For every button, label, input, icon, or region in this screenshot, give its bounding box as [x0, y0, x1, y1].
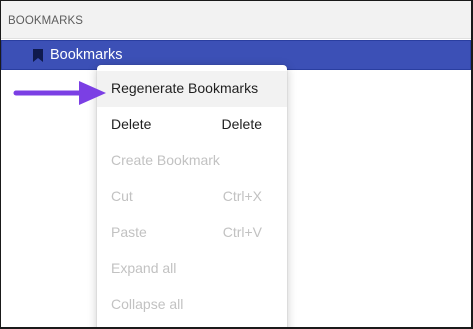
menu-item-label: Expand all — [111, 260, 177, 276]
menu-item-shortcut: Delete — [221, 116, 262, 132]
menu-item-label: Collapse all — [111, 296, 184, 312]
menu-item-expand-all: Expand all — [97, 251, 287, 287]
menu-item-paste: Paste Ctrl+V — [97, 215, 287, 251]
menu-item-delete[interactable]: Delete Delete — [97, 107, 287, 143]
tree-item-label: Bookmarks — [50, 47, 123, 63]
menu-item-collapse-all: Collapse all — [97, 287, 287, 323]
bookmarks-panel: BOOKMARKS Bookmarks Regenerate Bookmarks… — [0, 0, 473, 329]
menu-item-create-bookmark: Create Bookmark — [97, 143, 287, 179]
menu-item-shortcut: Ctrl+X — [222, 188, 262, 204]
menu-item-label: Delete — [111, 116, 152, 132]
panel-header: BOOKMARKS — [1, 1, 471, 39]
menu-item-label: Regenerate Bookmarks — [111, 80, 259, 96]
menu-item-shortcut: Ctrl+V — [222, 224, 262, 240]
menu-item-label: Create Bookmark — [111, 152, 220, 168]
context-menu: Regenerate Bookmarks Delete Delete Creat… — [97, 65, 287, 327]
bookmark-icon — [33, 49, 43, 62]
menu-item-cut: Cut Ctrl+X — [97, 179, 287, 215]
pointer-arrow-icon — [13, 81, 106, 105]
panel-title: BOOKMARKS — [8, 15, 84, 27]
menu-item-label: Cut — [111, 188, 133, 204]
menu-item-regenerate-bookmarks[interactable]: Regenerate Bookmarks — [97, 71, 287, 107]
menu-item-label: Paste — [111, 224, 147, 240]
